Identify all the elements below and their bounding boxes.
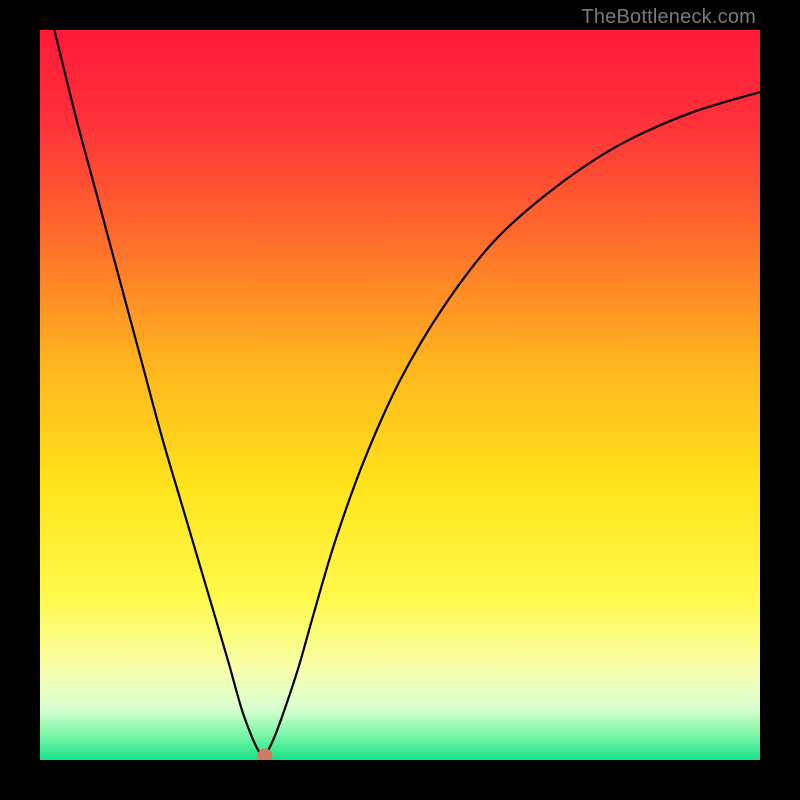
chart-frame: TheBottleneck.com <box>0 0 800 800</box>
watermark-text: TheBottleneck.com <box>581 6 756 29</box>
minimum-marker-icon <box>257 748 272 760</box>
plot-area <box>40 30 760 760</box>
curve-path <box>54 30 760 756</box>
bottleneck-curve <box>40 30 760 760</box>
